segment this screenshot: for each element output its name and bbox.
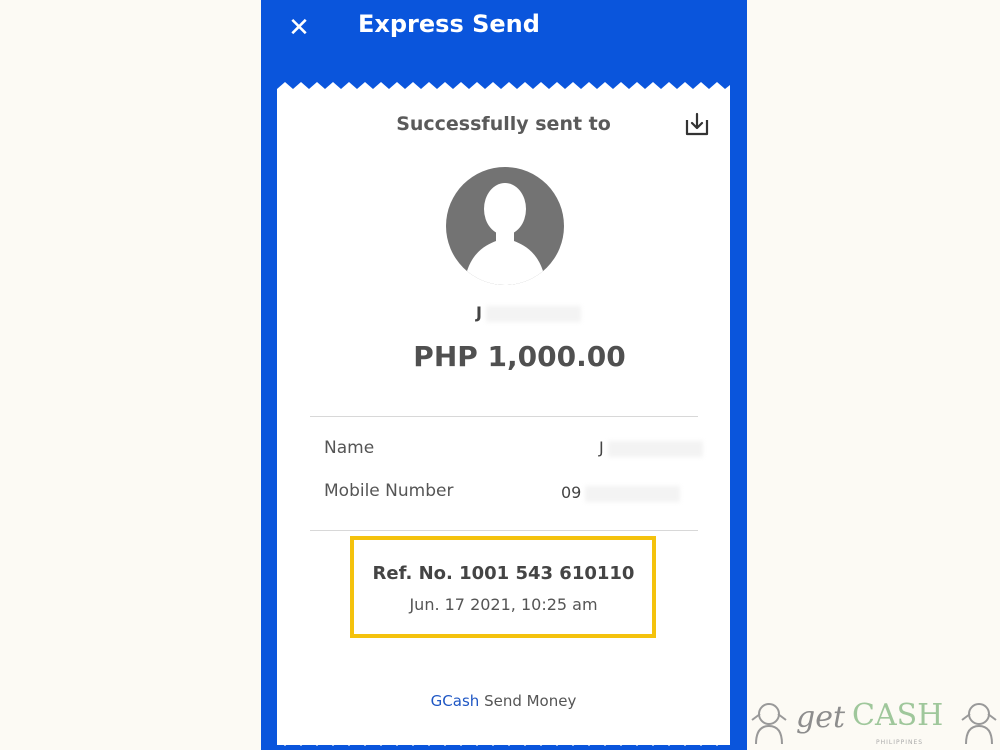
receipt-footer: GCash Send Money: [277, 692, 730, 710]
amount-sent: PHP 1,000.00: [413, 340, 626, 373]
receipt-top-edge: [277, 82, 730, 96]
mobile-number-value: 09: [561, 483, 681, 502]
mascot-icon: [751, 703, 787, 745]
watermark-cash: CASH: [852, 698, 944, 733]
footer-text: Send Money: [484, 692, 577, 710]
page-title: Express Send: [358, 10, 540, 38]
watermark-sub: PHILIPPINES: [876, 739, 924, 746]
download-icon[interactable]: [683, 110, 711, 138]
redacted-text: [585, 485, 681, 502]
avatar: [446, 167, 564, 285]
watermark-get: get: [796, 700, 846, 735]
reference-highlight-box: [350, 536, 656, 638]
name-value: J: [599, 438, 703, 457]
redacted-text: [485, 305, 581, 322]
name-label: Name: [324, 438, 375, 458]
receipt-heading: Successfully sent to: [396, 113, 611, 135]
reference-number: Ref. No. 1001 543 610110: [372, 563, 635, 584]
express-send-screen: ✕ Express Send Successfully sent to J PH…: [261, 0, 747, 750]
brand-name: GCash: [430, 692, 480, 710]
app-header: ✕ Express Send: [261, 0, 747, 70]
receipt-bottom-edge: [277, 732, 730, 746]
recipient-name: J: [476, 303, 581, 322]
getcash-watermark: get CASH PHILIPPINES: [748, 696, 1000, 750]
redacted-text: [607, 440, 703, 457]
close-icon[interactable]: ✕: [285, 14, 313, 42]
person-silhouette-icon: [464, 183, 546, 285]
transaction-datetime: Jun. 17 2021, 10:25 am: [409, 595, 598, 614]
divider: [310, 530, 698, 531]
divider: [310, 416, 698, 417]
receipt-card: Successfully sent to J PHP 1,000.00 Name…: [277, 95, 730, 745]
mobile-number-label: Mobile Number: [324, 481, 454, 501]
mascot-icon: [961, 703, 997, 745]
